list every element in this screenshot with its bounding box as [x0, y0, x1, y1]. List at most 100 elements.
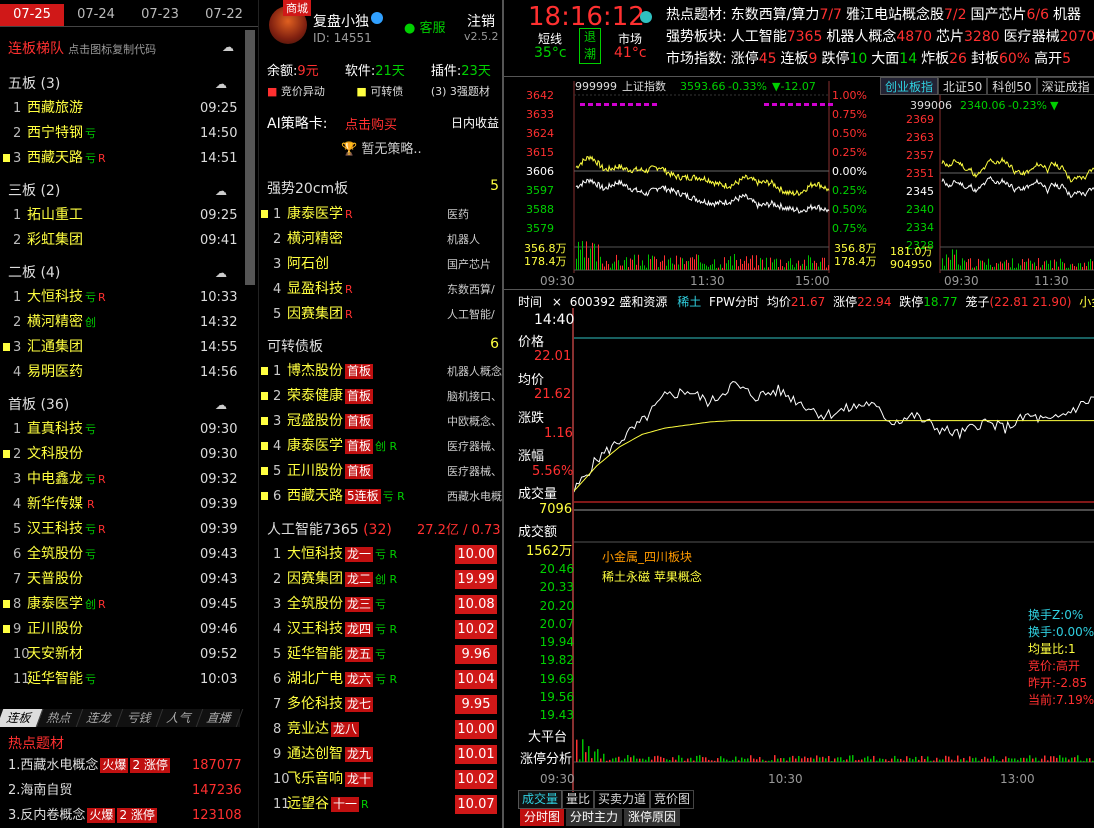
- date-tab-1[interactable]: 07-25: [0, 4, 64, 26]
- service-link[interactable]: ● 客服: [404, 17, 446, 36]
- summary-item[interactable]: 东数西算/算力: [731, 7, 820, 23]
- bottom-tab[interactable]: 连龙: [76, 709, 124, 727]
- close-icon[interactable]: ×: [552, 295, 562, 309]
- date-tab-4[interactable]: 07-22: [192, 4, 256, 26]
- ladder-row[interactable]: 2 彩虹集团 09:41: [0, 228, 245, 253]
- tab-force[interactable]: 买卖力道: [594, 790, 651, 809]
- ladder-row[interactable]: 2 西宁特钢亏 14:50: [0, 121, 245, 146]
- ladder-row[interactable]: 1 西藏旅游 09:25: [0, 96, 245, 121]
- sec2-row[interactable]: 2 荣泰健康 首板 脑机接口、: [259, 384, 502, 409]
- tab-ratio[interactable]: 量比: [562, 790, 595, 809]
- cloud-icon[interactable]: ☁: [215, 393, 227, 417]
- sec1-row[interactable]: 1 康泰医学 R 医药: [259, 202, 502, 227]
- bottom-tab[interactable]: 直播: [196, 709, 244, 727]
- hot-row[interactable]: 1.西藏水电概念 火爆 2 涨停 187077: [0, 753, 245, 778]
- cloud-icon[interactable]: ☁: [215, 261, 227, 285]
- ladder-row[interactable]: 11 延华智能亏 10:03: [0, 667, 245, 692]
- cloud-icon[interactable]: ☁: [215, 72, 227, 96]
- tab-main-force[interactable]: 分时主力: [566, 809, 623, 826]
- tab-volume[interactable]: 成交量: [518, 790, 563, 809]
- sec1-row[interactable]: 2 横河精密 机器人: [259, 227, 502, 252]
- ai-buy-link[interactable]: 点击购买: [345, 114, 397, 133]
- hot-row[interactable]: 3.反内卷概念 火爆 2 涨停 123108: [0, 803, 245, 828]
- summary-item[interactable]: 国产芯片: [971, 7, 1027, 23]
- index-chart-cy[interactable]: 399006 2340.06 -0.23% ▼ 2369 2363 2357 2351…: [880, 95, 1094, 273]
- summary-item[interactable]: 封板: [971, 51, 999, 67]
- ladder-row[interactable]: 1 拓山重工 09:25: [0, 203, 245, 228]
- tab-timeshare[interactable]: 分时图: [520, 809, 565, 826]
- stock-name-text: 汉王科技: [27, 521, 83, 537]
- ladder-row[interactable]: 5 汉王科技亏 R 09:39: [0, 517, 245, 542]
- summary-item[interactable]: 炸板: [921, 51, 949, 67]
- ladder-row[interactable]: 6 全筑股份亏 09:43: [0, 542, 245, 567]
- sec3-row[interactable]: 6 湖北广电 龙六亏 R 10.04: [259, 667, 502, 692]
- summary-item[interactable]: 芯片: [936, 29, 964, 45]
- logout-button[interactable]: 注销: [467, 11, 495, 31]
- sec3-row[interactable]: 7 多伦科技 龙七 9.95: [259, 692, 502, 717]
- platform-button[interactable]: 大平台: [528, 726, 567, 745]
- sec3-row[interactable]: 8 竞业达 龙八 10.00: [259, 717, 502, 742]
- shop-badge[interactable]: 商城: [283, 0, 311, 16]
- tab-chinext[interactable]: 创业板指: [880, 77, 939, 95]
- summary-item[interactable]: 涨停: [731, 51, 759, 67]
- cloud-icon[interactable]: ☁: [215, 179, 227, 203]
- sec1-row[interactable]: 5 因赛集团 R 人工智能/: [259, 302, 502, 327]
- stock-chart[interactable]: [574, 310, 1094, 770]
- sec3-row[interactable]: 10 飞乐音响 龙十 10.02: [259, 767, 502, 792]
- sec3-row[interactable]: 2 因赛集团 龙二创 R 19.99: [259, 567, 502, 592]
- ladder-row[interactable]: 3 西藏天路亏 R 14:51: [0, 146, 245, 171]
- date-tab-2[interactable]: 07-24: [64, 4, 128, 26]
- bottom-tab[interactable]: 亏钱: [116, 709, 164, 727]
- sec1-row[interactable]: 4 显盈科技 R 东数西算/: [259, 277, 502, 302]
- ladder-row[interactable]: 4 易明医药 14:56: [0, 360, 245, 385]
- sec3-row[interactable]: 9 通达创智 龙九 10.01: [259, 742, 502, 767]
- sec3-row[interactable]: 5 延华智能 龙五亏 9.96: [259, 642, 502, 667]
- ladder-row[interactable]: 3 汇通集团 14:55: [0, 335, 245, 360]
- ladder-row[interactable]: 1 直真科技亏 09:30: [0, 417, 245, 442]
- sec2-row[interactable]: 4 康泰医学 首板创 R 医疗器械、: [259, 434, 502, 459]
- tab-limit-reason[interactable]: 涨停原因: [624, 809, 681, 826]
- summary-item[interactable]: 机器人概念: [826, 29, 896, 45]
- sec1-row[interactable]: 3 阿石创 国产芯片: [259, 252, 502, 277]
- sec2-row[interactable]: 6 西藏天路 5连板亏 R 西藏水电概: [259, 484, 502, 509]
- sec2-row[interactable]: 1 博杰股份 首板 机器人概念: [259, 359, 502, 384]
- tab-star50[interactable]: 科创50: [987, 77, 1037, 95]
- sec3-row[interactable]: 1 大恒科技 龙一亏 R 10.00: [259, 542, 502, 567]
- ladder-row[interactable]: 2 横河精密创 14:32: [0, 310, 245, 335]
- ladder-row[interactable]: 3 中电鑫龙亏 R 09:32: [0, 467, 245, 492]
- sec3-row[interactable]: 3 全筑股份 龙三亏 10.08: [259, 592, 502, 617]
- ladder-row[interactable]: 1 大恒科技亏 R 10:33: [0, 285, 245, 310]
- bottom-tab[interactable]: 人气: [156, 709, 204, 727]
- hot-row[interactable]: 2.海南自贸 147236: [0, 778, 245, 803]
- summary-item[interactable]: 雅江电站概念股: [846, 7, 944, 23]
- tab-bj50[interactable]: 北证50: [938, 77, 988, 95]
- summary-item[interactable]: 高开: [1034, 51, 1062, 67]
- sec2-row[interactable]: 5 正川股份 首板 医疗器械、: [259, 459, 502, 484]
- summary-item[interactable]: 连板: [781, 51, 809, 67]
- cloud-icon[interactable]: ☁: [222, 40, 234, 54]
- sec3-row[interactable]: 11 远望谷 十一 R 10.07: [259, 792, 502, 817]
- st-vol-bar: [1038, 760, 1040, 762]
- date-tab-3[interactable]: 07-23: [128, 4, 192, 26]
- bottom-tab[interactable]: 热点: [36, 709, 84, 727]
- scrollbar[interactable]: [245, 30, 255, 285]
- summary-item[interactable]: 人工智能: [731, 29, 787, 45]
- summary-item[interactable]: 跌停: [821, 51, 849, 67]
- summary-item[interactable]: 医疗器械: [1004, 29, 1060, 45]
- summary-item[interactable]: 机器: [1053, 7, 1081, 23]
- tab-szse[interactable]: 深证成指: [1036, 77, 1094, 95]
- ladder-row[interactable]: 10 天安新材 09:52: [0, 642, 245, 667]
- ladder-row[interactable]: 7 天普股份 09:43: [0, 567, 245, 592]
- ladder-row[interactable]: 2 文科股份 09:30: [0, 442, 245, 467]
- ladder-row[interactable]: 8 康泰医学创 R 09:45: [0, 592, 245, 617]
- sec2-row[interactable]: 3 冠盛股份 首板 中欧概念、: [259, 409, 502, 434]
- limit-analysis-button[interactable]: 涨停分析: [520, 748, 572, 767]
- ladder-row[interactable]: 9 正川股份 09:46: [0, 617, 245, 642]
- ladder-row[interactable]: 4 新华传媒 R 09:39: [0, 492, 245, 517]
- sec3-row[interactable]: 4 汉王科技 龙四亏 R 10.02: [259, 617, 502, 642]
- st-vol-bar: [813, 758, 815, 762]
- tab-auction[interactable]: 竞价图: [650, 790, 695, 809]
- sync-icon[interactable]: [640, 11, 652, 23]
- summary-item[interactable]: 大面: [871, 51, 899, 67]
- index-chart-sh[interactable]: 999999 上证指数 3593.66 -0.33% ▼-12.07 3642 3…: [504, 77, 880, 273]
